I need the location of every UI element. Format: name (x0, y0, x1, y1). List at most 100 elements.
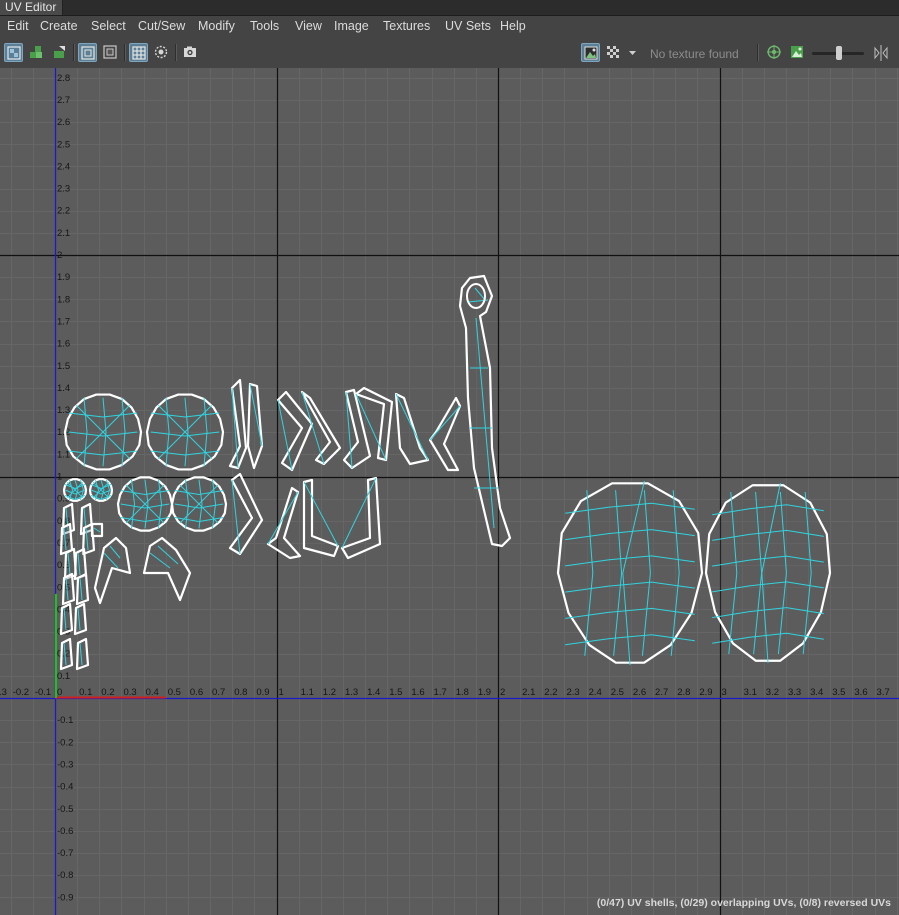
status-message: (0/47) UV shells, (0/29) overlapping UVs… (596, 897, 891, 909)
v-tick-label: 2 (57, 250, 62, 261)
v-tick-label: 1.3 (57, 405, 70, 416)
u-tick-label: 1.5 (389, 687, 402, 698)
uv-canvas[interactable]: -0.3 -0.2 -0.1 0 0.1 0.2 0.3 0.4 0.5 0.6 0.7 0.8 0.9… (0, 68, 899, 915)
image-icon[interactable] (788, 43, 807, 62)
v-tick-label: 2.4 (57, 161, 70, 172)
u-tick-label: 3.1 (744, 687, 757, 698)
menu-modify[interactable]: Modify (198, 18, 235, 34)
uv-shell-small (90, 522, 104, 538)
v-tick-label: 2.8 (57, 73, 70, 84)
snapshot-icon[interactable] (181, 43, 200, 62)
v-tick-label: -0.5 (57, 804, 73, 815)
texture-status: No texture found (650, 47, 739, 61)
u-tick-label: 3.3 (788, 687, 801, 698)
frame-selected-icon[interactable] (101, 43, 120, 62)
u-tick-label: 0.5 (168, 687, 181, 698)
image-display-icon[interactable] (581, 43, 600, 62)
v-tick-label: 1.9 (57, 272, 70, 283)
rgb-channels-icon[interactable] (765, 43, 784, 62)
dropdown-arrow-icon[interactable] (626, 43, 640, 62)
u-tick-label: 2.4 (589, 687, 602, 698)
u-tick-label: 2 (500, 687, 505, 698)
uv-shell-border (75, 572, 90, 606)
uv-shell-disk (62, 478, 88, 502)
u-tick-label: 1.4 (367, 687, 380, 698)
v-tick-label: -0.3 (57, 759, 73, 770)
uv-shell-border (75, 637, 90, 671)
menu-cut-sew[interactable]: Cut/Sew (138, 18, 185, 34)
u-tick-label: 3.6 (854, 687, 867, 698)
uv-viewport[interactable]: -0.3 -0.2 -0.1 0 0.1 0.2 0.3 0.4 0.5 0.6 0.7 0.8 0.9… (0, 68, 899, 915)
uv-shell-disk (88, 478, 114, 502)
menu-edit[interactable]: Edit (7, 18, 29, 34)
toolbar-separator (73, 44, 75, 61)
uv-vertex-icon[interactable] (50, 43, 69, 62)
uv-shell-small (59, 522, 74, 556)
u-tick-label: 1.7 (434, 687, 447, 698)
u-tick-label: -0.1 (35, 687, 51, 698)
grid-toggle-icon[interactable] (129, 43, 148, 62)
uv-shell-disk (116, 476, 174, 532)
u-tick-label: 1.6 (411, 687, 424, 698)
uv-shell-small (59, 602, 74, 636)
u-tick-label: 2.2 (544, 687, 557, 698)
u-tick-label: 2.5 (611, 687, 624, 698)
toolbar-separator (175, 44, 177, 61)
frame-all-icon[interactable] (78, 43, 97, 62)
u-tick-label: 2.6 (633, 687, 646, 698)
uv-shell-border (59, 602, 74, 636)
v-tick-label: 2.7 (57, 95, 70, 106)
uv-shell-disk (170, 476, 228, 532)
u-tick-label: 0.3 (123, 687, 136, 698)
u-tick-label: 2.9 (699, 687, 712, 698)
menu-help[interactable]: Help (500, 18, 526, 34)
u-tick-label: 0.7 (212, 687, 225, 698)
v-tick-label: 2.2 (57, 206, 70, 217)
v-tick-label: 2.3 (57, 184, 70, 195)
uv-shell-small (75, 637, 90, 671)
v-tick-label: 1.4 (57, 383, 70, 394)
uv-shell-disk (63, 393, 143, 471)
menu-textures[interactable]: Textures (383, 18, 430, 34)
u-tick-label: 1.3 (345, 687, 358, 698)
v-tick-label: -0.8 (57, 870, 73, 881)
v-tick-label: 2.5 (57, 139, 70, 150)
u-tick-label: 1.9 (478, 687, 491, 698)
window-title: UV Editor (0, 0, 64, 15)
flip-icon[interactable] (871, 43, 891, 62)
menu-select[interactable]: Select (91, 18, 126, 34)
menu-create[interactable]: Create (40, 18, 78, 34)
u-tick-label: 1 (279, 687, 284, 698)
exposure-slider-thumb[interactable] (836, 46, 842, 60)
v-tick-label: 2.6 (57, 117, 70, 128)
checker-icon[interactable] (604, 43, 623, 62)
uv-shell-border (61, 572, 76, 606)
u-tick-label: 3.5 (832, 687, 845, 698)
u-tick-label: 3.7 (877, 687, 890, 698)
v-tick-label: -0.4 (57, 782, 73, 793)
menu-view[interactable]: View (295, 18, 322, 34)
uv-select-icon[interactable] (27, 43, 46, 62)
uv-shell-small (59, 637, 74, 671)
v-tick-label: 1.7 (57, 316, 70, 327)
uv-shell-small (75, 572, 90, 606)
v-tick-label: 1.6 (57, 339, 70, 350)
title-bar: UV Editor (0, 0, 899, 16)
toolbar: No texture found (0, 36, 899, 69)
uv-shell-small (61, 572, 76, 606)
u-tick-label: 3.4 (810, 687, 823, 698)
uv-shell-select-icon[interactable] (4, 43, 23, 62)
u-tick-label: 1.2 (323, 687, 336, 698)
v-tick-label: 2.1 (57, 228, 70, 239)
u-tick-label: 1.1 (301, 687, 314, 698)
v-tick-label: -0.1 (57, 715, 73, 726)
u-tick-label: 0.8 (234, 687, 247, 698)
menu-uv-sets[interactable]: UV Sets (445, 18, 491, 34)
menu-tools[interactable]: Tools (250, 18, 279, 34)
u-tick-label: 2.3 (566, 687, 579, 698)
toolbar-separator (124, 44, 126, 61)
uv-shell-border (73, 602, 88, 636)
pivot-icon[interactable] (152, 43, 171, 62)
menu-image[interactable]: Image (334, 18, 369, 34)
u-tick-label: 0.4 (146, 687, 159, 698)
